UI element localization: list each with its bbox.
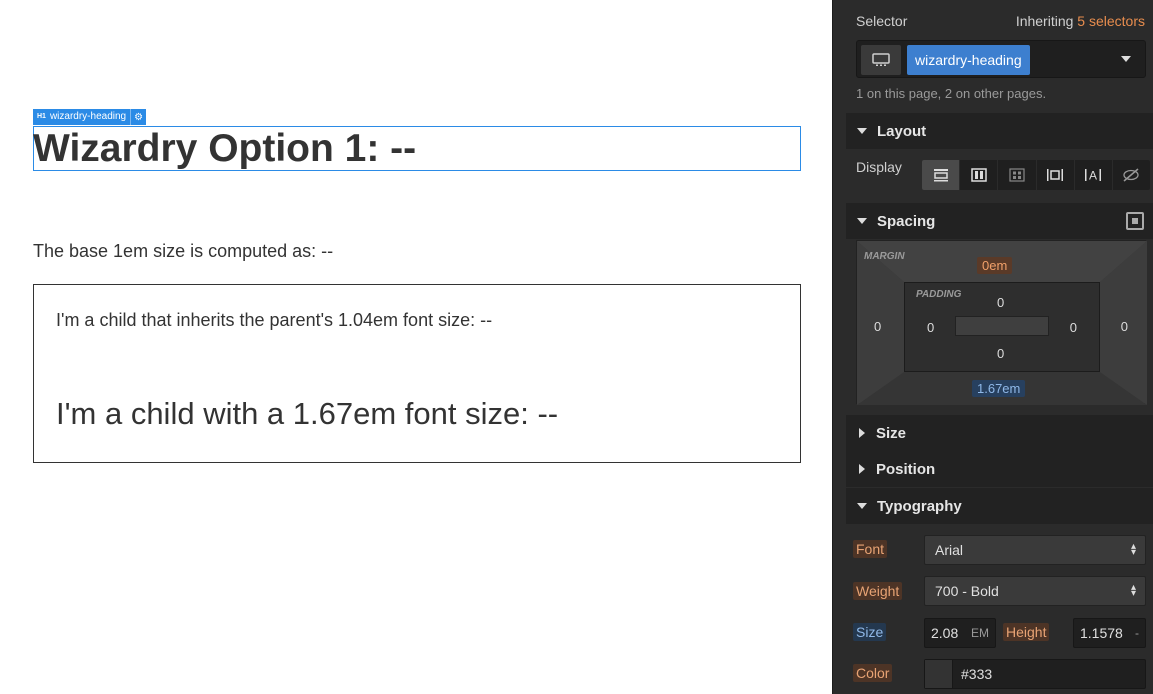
inherited-child-text[interactable]: I'm a child that inherits the parent's 1… bbox=[56, 310, 492, 331]
element-type-label: H1 bbox=[37, 113, 46, 120]
section-layout-title: Layout bbox=[877, 122, 927, 140]
margin-right-value[interactable]: 0 bbox=[1121, 319, 1128, 334]
display-none-button[interactable] bbox=[1113, 160, 1150, 190]
padding-box: PADDING 0 0 0 0 bbox=[904, 282, 1100, 372]
section-position-header[interactable]: Position bbox=[846, 451, 1153, 487]
size-label: Size bbox=[853, 623, 887, 641]
display-label: Display bbox=[856, 159, 902, 175]
section-spacing-title: Spacing bbox=[877, 212, 936, 230]
style-panel: Selector Inheriting 5 selectors wizardry… bbox=[832, 0, 1153, 694]
caret-right-icon bbox=[859, 428, 865, 438]
inheriting-selectors-link[interactable]: 5 selectors bbox=[1077, 13, 1145, 29]
display-flex-button[interactable] bbox=[960, 160, 999, 190]
height-label: Height bbox=[1003, 623, 1050, 641]
caret-right-icon bbox=[859, 464, 865, 474]
size-input-value: 2.08 bbox=[931, 625, 959, 641]
element-class-label: wizardry-heading bbox=[49, 111, 127, 122]
line-height-input[interactable]: 1.1578 - bbox=[1073, 618, 1146, 648]
font-select[interactable]: Arial ▴ ▾ bbox=[924, 535, 1146, 565]
inheriting-prefix: Inheriting bbox=[1015, 13, 1074, 29]
color-input[interactable]: #333 bbox=[924, 659, 1146, 689]
spacing-preset-icon[interactable] bbox=[1126, 212, 1144, 230]
select-arrows-icon: ▴ ▾ bbox=[1130, 541, 1136, 558]
display-block-button[interactable] bbox=[922, 160, 961, 190]
padding-label: PADDING bbox=[916, 289, 962, 300]
large-child-text[interactable]: I'm a child with a 1.67em font size: -- bbox=[56, 396, 558, 432]
margin-box: MARGIN 0em 0 0 1.67em PADDING 0 0 0 0 bbox=[856, 240, 1147, 405]
section-spacing-header[interactable]: Spacing bbox=[846, 203, 1153, 239]
caret-down-icon bbox=[857, 128, 867, 134]
color-label: Color bbox=[853, 664, 893, 682]
padding-right-value[interactable]: 0 bbox=[1070, 320, 1077, 335]
gear-icon[interactable]: ⚙ bbox=[130, 109, 147, 125]
line-height-unit[interactable]: - bbox=[1135, 619, 1139, 647]
weight-select[interactable]: 700 - Bold ▴ ▾ bbox=[924, 576, 1146, 606]
base-size-paragraph[interactable]: The base 1em size is computed as: -- bbox=[33, 241, 333, 262]
padding-top-value[interactable]: 0 bbox=[997, 295, 1004, 310]
svg-text:A: A bbox=[1089, 169, 1097, 183]
color-hex-value: #333 bbox=[961, 666, 993, 682]
caret-down-icon bbox=[857, 218, 867, 224]
select-arrows-icon: ▴ ▾ bbox=[1130, 582, 1136, 599]
size-unit[interactable]: EM bbox=[971, 619, 989, 647]
size-input[interactable]: 2.08 EM bbox=[924, 618, 996, 648]
display-inline-block-button[interactable] bbox=[1037, 160, 1075, 190]
margin-label: MARGIN bbox=[864, 251, 905, 262]
content-box bbox=[955, 316, 1049, 336]
font-label: Font bbox=[853, 540, 888, 558]
inheriting-info: Inheriting 5 selectors bbox=[1016, 13, 1145, 29]
line-height-value: 1.1578 bbox=[1080, 625, 1123, 641]
section-typography-title: Typography bbox=[877, 497, 962, 515]
margin-left-value[interactable]: 0 bbox=[874, 319, 881, 334]
selector-label: Selector bbox=[856, 13, 908, 29]
margin-bottom-value[interactable]: 1.67em bbox=[972, 380, 1026, 397]
element-selection-badge[interactable]: H1 wizardry-heading ⚙ bbox=[33, 109, 147, 125]
display-button-group: A bbox=[922, 160, 1150, 190]
section-size-header[interactable]: Size bbox=[846, 415, 1153, 451]
element-badge-tag[interactable]: H1 wizardry-heading bbox=[33, 109, 131, 125]
weight-label: Weight bbox=[853, 582, 903, 600]
display-grid-button[interactable] bbox=[998, 160, 1037, 190]
design-canvas: H1 wizardry-heading ⚙ Wizardry Option 1:… bbox=[0, 0, 832, 694]
caret-down-icon bbox=[857, 503, 867, 509]
section-typography-header[interactable]: Typography bbox=[846, 488, 1153, 524]
section-position-title: Position bbox=[876, 460, 936, 478]
color-swatch[interactable] bbox=[925, 660, 953, 688]
selector-chip[interactable]: wizardry-heading bbox=[907, 45, 1030, 75]
section-size-title: Size bbox=[876, 424, 907, 442]
margin-top-value[interactable]: 0em bbox=[977, 257, 1013, 274]
weight-select-value: 700 - Bold bbox=[935, 583, 999, 599]
page-heading[interactable]: Wizardry Option 1: -- bbox=[33, 127, 416, 171]
child-container[interactable]: I'm a child that inherits the parent's 1… bbox=[33, 284, 801, 463]
padding-bottom-value[interactable]: 0 bbox=[997, 346, 1004, 361]
chevron-down-icon[interactable] bbox=[1121, 56, 1131, 62]
selector-field[interactable]: wizardry-heading bbox=[856, 40, 1146, 78]
font-select-value: Arial bbox=[935, 542, 964, 558]
section-layout-header[interactable]: Layout bbox=[846, 113, 1153, 149]
device-monitor-icon[interactable] bbox=[861, 45, 901, 75]
selector-usage-note: 1 on this page, 2 on other pages. bbox=[856, 86, 1047, 101]
display-inline-button[interactable]: A bbox=[1075, 160, 1113, 190]
padding-left-value[interactable]: 0 bbox=[927, 320, 934, 335]
